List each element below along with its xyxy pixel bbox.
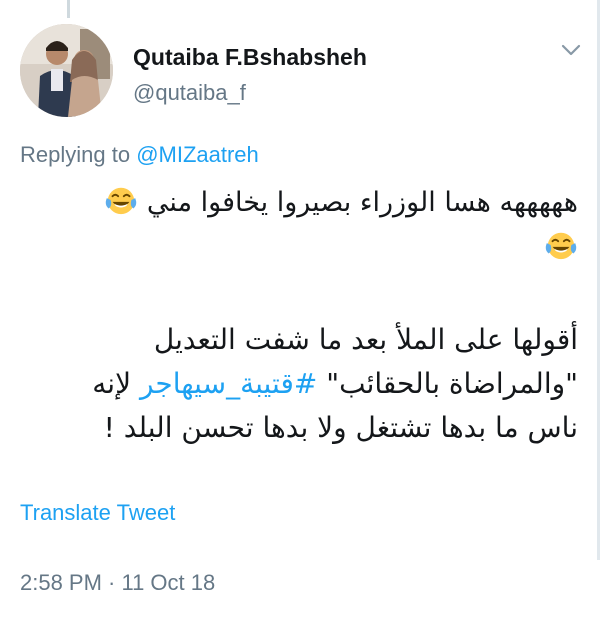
tweet-text-line: ناس ما بدها تشتغل ولا بدها تحسن البلد ! xyxy=(103,411,578,444)
tweet-timestamp[interactable]: 2:58 PM · 11 Oct 18 xyxy=(20,570,215,596)
tweet-text-line: أقولها على الملأ بعد ما شفت التعديل xyxy=(153,323,578,356)
replying-prefix: Replying to xyxy=(20,142,137,167)
tweet-page: Qutaiba F.Bshabsheh @qutaiba_f Replying … xyxy=(0,0,600,618)
avatar[interactable] xyxy=(20,24,113,117)
reply-mention-link[interactable]: @MIZaatreh xyxy=(136,142,259,167)
avatar-photo xyxy=(20,24,113,117)
tweet-paragraph: أقولها على الملأ بعد ما شفت التعديل "وال… xyxy=(20,318,578,450)
translate-tweet-link[interactable]: Translate Tweet xyxy=(20,500,175,526)
tweet-text-line: "والمراضاة بالحقائب" #قتيبة_سيهاجر لإنه xyxy=(20,362,578,406)
replying-to: Replying to @MIZaatreh xyxy=(20,142,259,168)
thread-connector-line xyxy=(67,0,70,18)
tweet-text-line1: هههههه هسا الوزراء بصيروا يخافوا مني xyxy=(146,187,578,218)
display-name[interactable]: Qutaiba F.Bshabsheh xyxy=(133,44,367,71)
tweet-text-fragment: لإنه xyxy=(92,367,140,400)
tweet-text-line: هههههه هسا الوزراء بصيروا يخافوا مني xyxy=(20,183,578,218)
chevron-down-icon[interactable] xyxy=(560,42,582,58)
user-handle[interactable]: @qutaiba_f xyxy=(133,80,246,106)
face-with-tears-of-joy-icon xyxy=(106,187,137,215)
tweet-text-fragment: "والمراضاة بالحقائب" xyxy=(317,367,578,400)
hashtag-link[interactable]: #قتيبة_سيهاجر xyxy=(140,367,317,400)
emoji-line xyxy=(20,228,578,263)
face-with-tears-of-joy-icon xyxy=(545,232,577,260)
